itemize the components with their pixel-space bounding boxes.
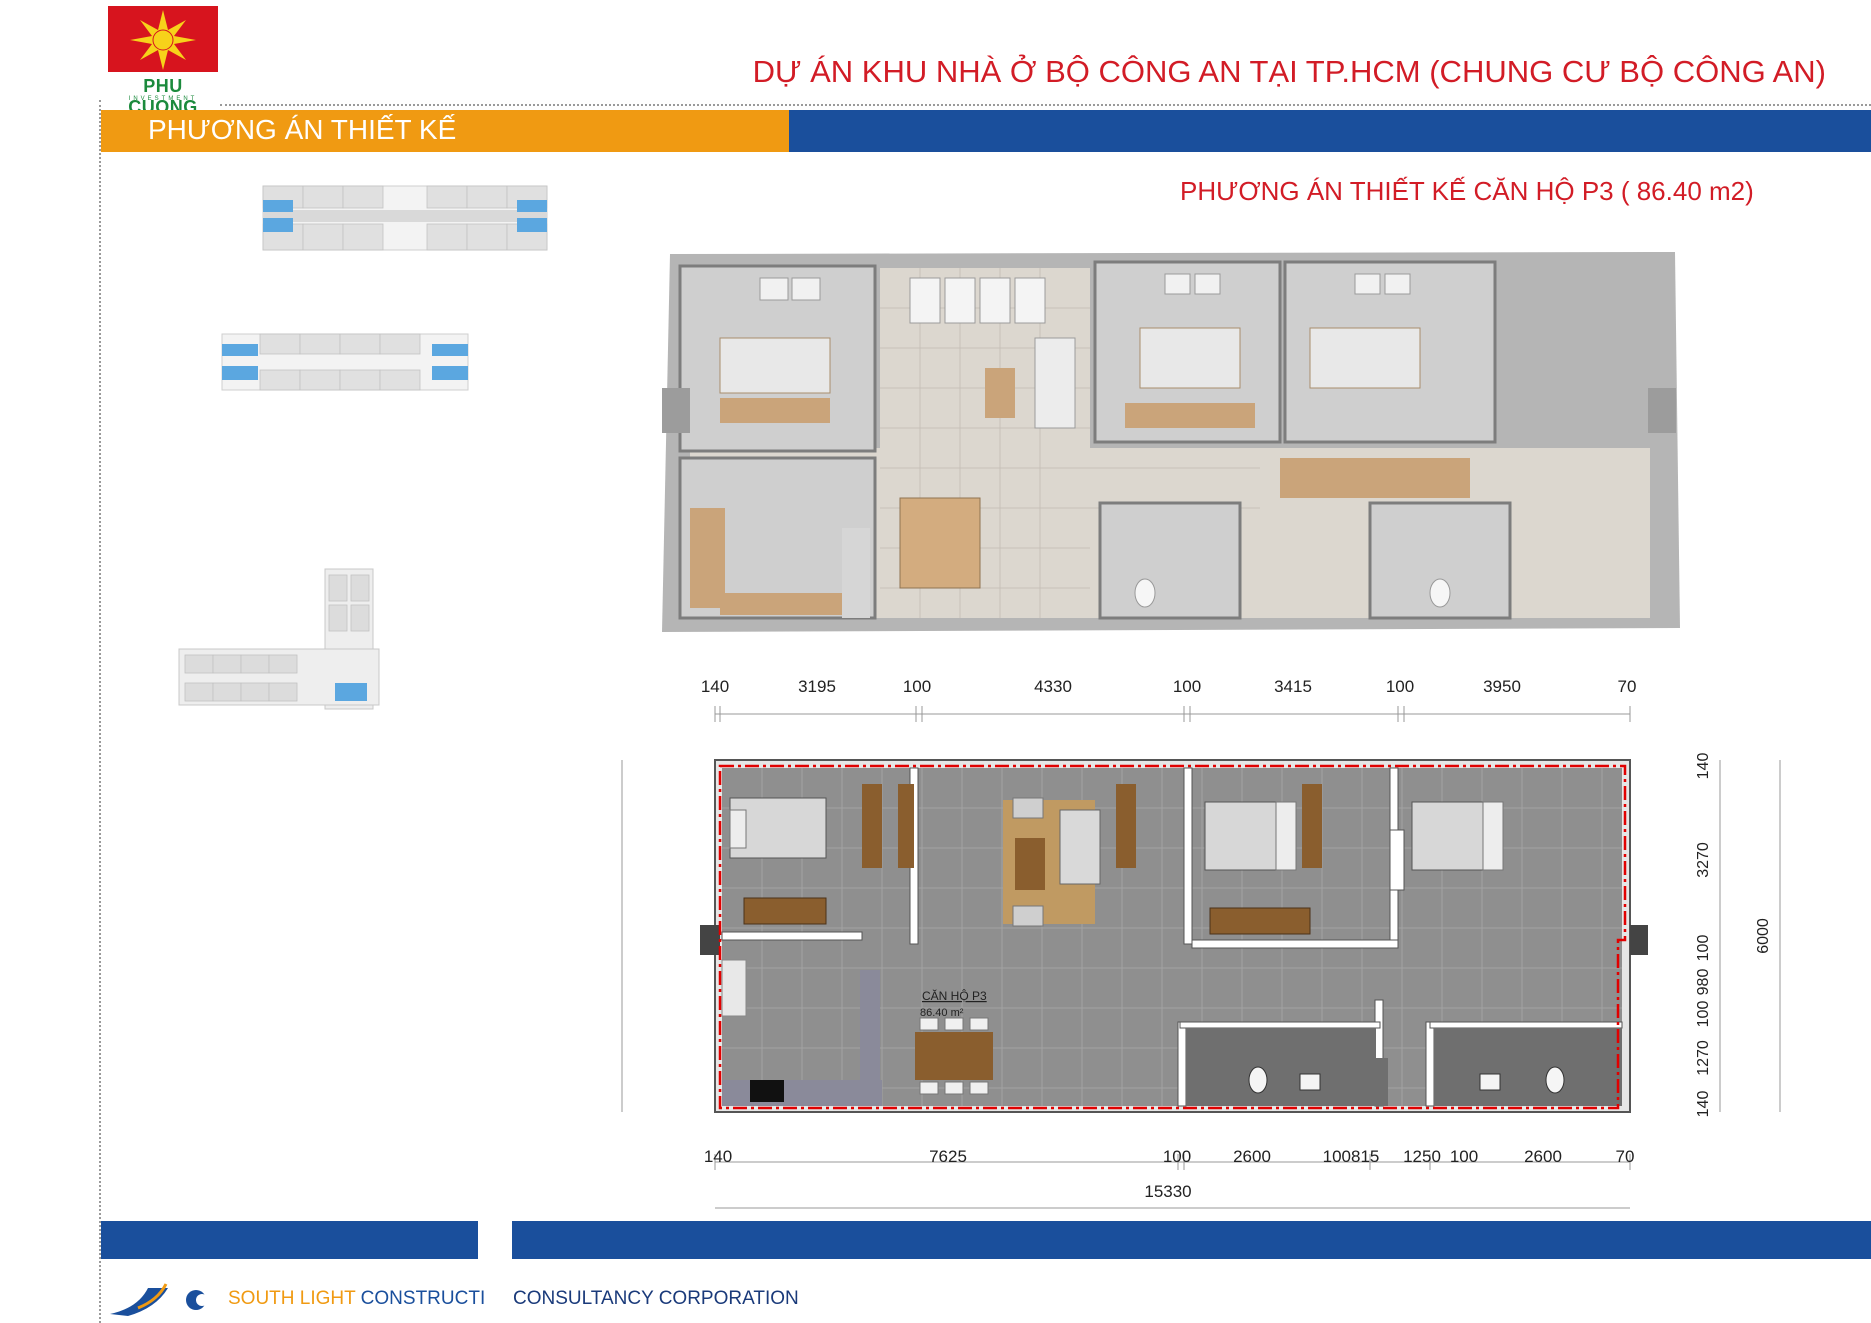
footer-consultancy: CONSULTANCY CORPORATION (513, 1288, 799, 1309)
top-dim-4: 4330 (1034, 677, 1072, 696)
bottom-dim-6: 1250 (1403, 1147, 1441, 1166)
bottom-dim-8: 2600 (1524, 1147, 1562, 1166)
key-plan-thumbnail-3 (178, 568, 380, 710)
unit-area: 86.40 m² (920, 1007, 964, 1019)
south-light-logo-icon (110, 1283, 208, 1316)
floor-plan-2d: 140 3195 100 4330 100 3415 100 3950 70 C… (621, 677, 1781, 1209)
bottom-dim-5: 100815 (1323, 1147, 1380, 1166)
left-margin-guide (99, 100, 101, 1323)
footer-company-part2: CONSTRUCTI (360, 1288, 486, 1309)
logo-tagline: INVESTMENT (128, 96, 198, 102)
footer-band-left (101, 1221, 478, 1259)
right-dim-3: 100 (1695, 935, 1712, 962)
top-dim-9: 70 (1618, 677, 1637, 696)
top-dim-5: 100 (1173, 677, 1201, 696)
footer-company-name: SOUTH LIGHT CONSTRUCTI (228, 1288, 485, 1310)
top-dim-2: 3195 (798, 677, 836, 696)
right-dim-7: 140 (1695, 1091, 1712, 1118)
bottom-dim-9: 70 (1616, 1147, 1635, 1166)
footer-company-part1: SOUTH LIGHT (228, 1288, 361, 1309)
top-dim-3: 100 (903, 677, 931, 696)
top-dim-7: 100 (1386, 677, 1414, 696)
logo-emblem (108, 6, 218, 72)
company-logo: PHU CUONG INVESTMENT (108, 6, 218, 117)
key-plan-thumbnail-2 (221, 333, 469, 391)
header-divider (220, 104, 1871, 106)
total-depth: 6000 (1755, 918, 1772, 954)
bottom-dim-2: 7625 (929, 1147, 967, 1166)
top-dim-6: 3415 (1274, 677, 1312, 696)
star-icon (130, 10, 196, 70)
bottom-dim-4: 2600 (1233, 1147, 1271, 1166)
page-subtitle: PHƯƠNG ÁN THIẾT KẾ CĂN HỘ P3 ( 86.40 m2) (1180, 176, 1754, 206)
footer-band-right (512, 1221, 1871, 1259)
section-label: PHƯƠNG ÁN THIẾT KẾ (148, 114, 457, 145)
section-band-blue (789, 110, 1871, 152)
top-dim-8: 3950 (1483, 677, 1521, 696)
key-plan-thumbnail-1 (262, 185, 548, 251)
total-width: 15330 (1144, 1182, 1191, 1201)
right-dim-4: 980 (1695, 969, 1712, 996)
right-dim-6: 1270 (1695, 1040, 1712, 1076)
right-dim-1: 140 (1695, 753, 1712, 780)
bottom-dim-3: 100 (1163, 1147, 1191, 1166)
project-title: DỰ ÁN KHU NHÀ Ở BỘ CÔNG AN TẠI TP.HCM (C… (752, 54, 1826, 89)
apartment-3d-render (660, 248, 1682, 636)
unit-label: CĂN HỘ P3 (922, 988, 987, 1003)
right-dim-2: 3270 (1695, 842, 1712, 878)
bottom-dim-1: 140 (704, 1147, 732, 1166)
right-dim-5: 100 (1695, 1001, 1712, 1028)
top-dim-1: 140 (701, 677, 729, 696)
bottom-dim-7: 100 (1450, 1147, 1478, 1166)
